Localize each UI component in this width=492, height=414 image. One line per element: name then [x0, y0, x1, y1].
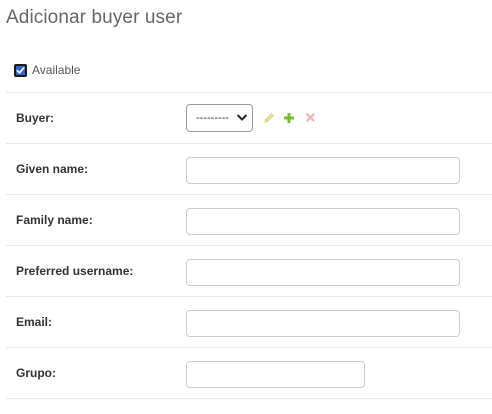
- family-name-row: Family name:: [6, 194, 492, 245]
- page-title: Adicionar buyer user: [6, 7, 183, 28]
- available-label[interactable]: Available: [32, 63, 80, 77]
- preferred-username-row: Preferred username:: [6, 245, 492, 296]
- buyer-select[interactable]: ---------: [186, 104, 253, 132]
- available-row: Available: [14, 62, 80, 78]
- buyer-row: Buyer: ---------: [6, 92, 492, 143]
- buyer-select-value: ---------: [196, 112, 229, 124]
- chevron-down-icon: [237, 114, 247, 121]
- grupo-row: Grupo:: [6, 347, 492, 399]
- buyer-label: Buyer:: [16, 111, 55, 125]
- given-name-label: Given name:: [16, 162, 89, 176]
- grupo-input[interactable]: [186, 361, 365, 388]
- plus-icon[interactable]: [283, 112, 295, 124]
- email-label: Email:: [16, 315, 53, 329]
- available-checkbox[interactable]: [14, 63, 27, 77]
- given-name-row: Given name:: [6, 143, 492, 194]
- family-name-label: Family name:: [16, 213, 93, 227]
- pencil-icon[interactable]: [263, 112, 275, 124]
- preferred-username-label: Preferred username:: [16, 264, 134, 278]
- x-icon[interactable]: [305, 112, 316, 123]
- given-name-input[interactable]: [186, 157, 460, 184]
- email-row: Email:: [6, 296, 492, 347]
- email-input[interactable]: [186, 310, 460, 337]
- family-name-input[interactable]: [186, 208, 460, 235]
- checkmark-icon: [16, 66, 25, 74]
- grupo-label: Grupo:: [16, 366, 56, 380]
- preferred-username-input[interactable]: [186, 259, 460, 286]
